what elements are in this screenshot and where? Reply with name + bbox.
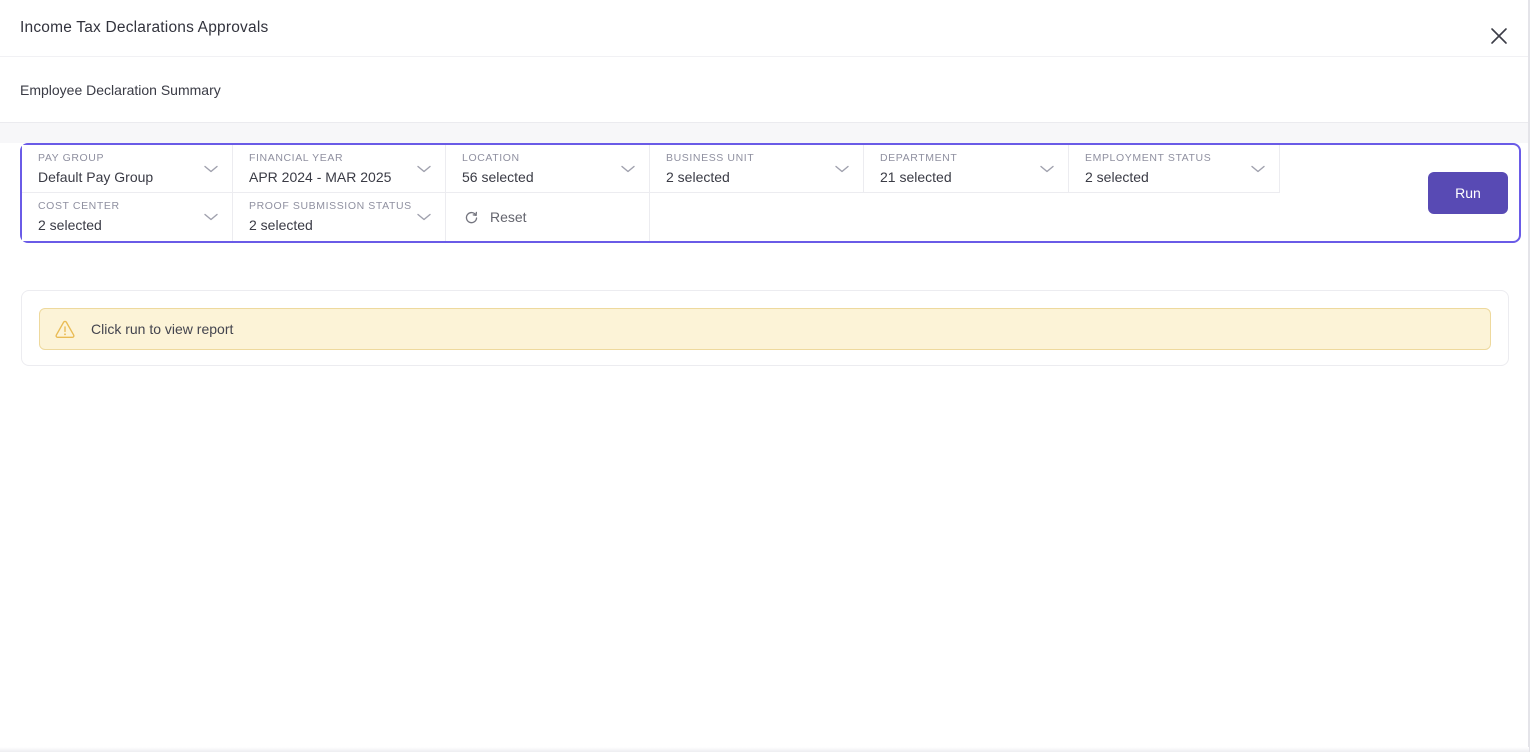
filter-label: BUSINESS UNIT: [666, 152, 755, 164]
report-card: Click run to view report: [21, 290, 1509, 366]
filter-value: 21 selected: [880, 169, 952, 185]
filter-department[interactable]: DEPARTMENT 21 selected: [864, 145, 1069, 193]
filter-label: DEPARTMENT: [880, 152, 958, 164]
close-icon: [1490, 27, 1508, 45]
header-shadow-band: [0, 123, 1529, 143]
modal-titlebar: Income Tax Declarations Approvals: [0, 0, 1529, 57]
filter-label: LOCATION: [462, 152, 520, 164]
chevron-down-icon: [204, 165, 218, 173]
filter-label: FINANCIAL YEAR: [249, 152, 344, 164]
filter-employment-status[interactable]: EMPLOYMENT STATUS 2 selected: [1069, 145, 1280, 193]
filter-value: 2 selected: [249, 217, 313, 233]
filter-cost-center[interactable]: COST CENTER 2 selected: [22, 193, 233, 241]
chevron-down-icon: [1040, 165, 1054, 173]
filter-value: 2 selected: [1085, 169, 1149, 185]
filter-value: 2 selected: [38, 217, 102, 233]
reset-label: Reset: [490, 209, 527, 225]
report-subheader: Employee Declaration Summary: [0, 57, 1529, 123]
filter-value: 56 selected: [462, 169, 534, 185]
filter-location[interactable]: LOCATION 56 selected: [446, 145, 650, 193]
filter-proof-submission-status[interactable]: PROOF SUBMISSION STATUS 2 selected: [233, 193, 446, 241]
filter-pay-group[interactable]: PAY GROUP Default Pay Group: [22, 145, 233, 193]
refresh-icon: [464, 210, 479, 225]
chevron-down-icon: [417, 165, 431, 173]
chevron-down-icon: [1251, 165, 1265, 173]
close-button[interactable]: [1487, 24, 1511, 48]
filter-label: PROOF SUBMISSION STATUS: [249, 200, 412, 212]
filter-financial-year[interactable]: FINANCIAL YEAR APR 2024 - MAR 2025: [233, 145, 446, 193]
chevron-down-icon: [417, 213, 431, 221]
filter-label: EMPLOYMENT STATUS: [1085, 152, 1212, 164]
warning-triangle-icon: [55, 320, 75, 339]
chevron-down-icon: [835, 165, 849, 173]
window-bottom-edge: [0, 747, 1529, 752]
page-title: Income Tax Declarations Approvals: [20, 19, 269, 36]
filter-row-2: COST CENTER 2 selected PROOF SUBMISSION …: [22, 193, 1519, 241]
filter-label: COST CENTER: [38, 200, 120, 212]
filter-business-unit[interactable]: BUSINESS UNIT 2 selected: [650, 145, 864, 193]
warning-banner: Click run to view report: [39, 308, 1491, 350]
warning-message: Click run to view report: [91, 321, 234, 337]
filter-value: Default Pay Group: [38, 169, 154, 185]
filter-label: PAY GROUP: [38, 152, 105, 164]
filter-bar: PAY GROUP Default Pay Group FINANCIAL YE…: [20, 143, 1521, 243]
reset-button[interactable]: Reset: [446, 193, 650, 241]
chevron-down-icon: [204, 213, 218, 221]
filter-value: APR 2024 - MAR 2025: [249, 169, 392, 185]
window-right-edge: [1528, 0, 1530, 752]
report-subtitle: Employee Declaration Summary: [20, 81, 221, 98]
chevron-down-icon: [621, 165, 635, 173]
filter-row-1: PAY GROUP Default Pay Group FINANCIAL YE…: [22, 145, 1519, 193]
income-tax-declarations-modal: Income Tax Declarations Approvals Employ…: [0, 0, 1534, 752]
run-button[interactable]: Run: [1428, 172, 1508, 214]
filter-value: 2 selected: [666, 169, 730, 185]
